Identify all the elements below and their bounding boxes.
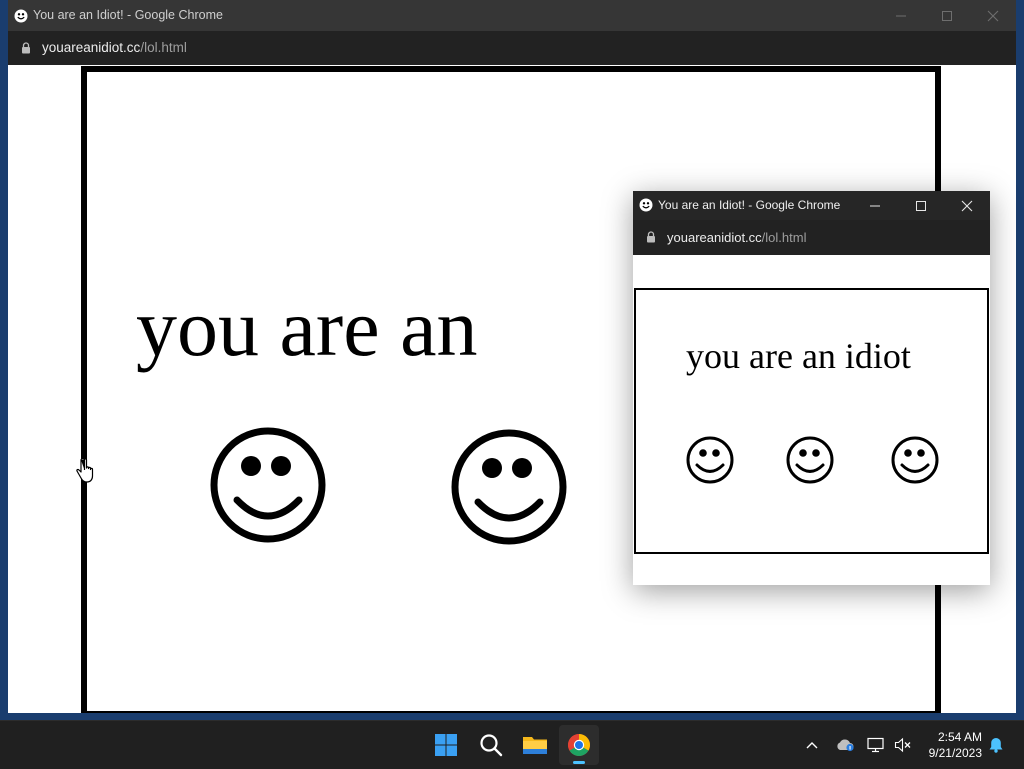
popup-url[interactable]: youareanidiot.cc/lol.html <box>667 220 806 255</box>
close-icon <box>987 10 999 21</box>
volume-tray-button[interactable] <box>892 721 914 769</box>
main-window-title: You are an Idiot! - Google Chrome <box>33 8 223 22</box>
active-app-indicator <box>573 761 585 764</box>
taskbar: 2:54 AM 9/21/2023 <box>0 720 1024 769</box>
search-button[interactable] <box>471 725 511 765</box>
start-button[interactable] <box>426 725 466 765</box>
popup-page-content: you are an idiot <box>633 255 990 585</box>
chrome-icon <box>568 734 590 756</box>
url-path: /lol.html <box>761 230 807 245</box>
close-icon <box>961 200 973 211</box>
smiley-face-icon <box>210 427 326 543</box>
close-button[interactable] <box>970 0 1016 31</box>
lock-icon <box>22 42 30 54</box>
lock-icon <box>647 231 655 243</box>
popup-page-heading: you are an idiot <box>686 336 911 376</box>
file-explorer-icon <box>523 737 547 754</box>
chrome-taskbar-button[interactable] <box>559 725 599 765</box>
popup-window-title: You are an Idiot! - Google Chrome <box>658 198 841 212</box>
hand-cursor-icon <box>76 458 94 483</box>
maximize-icon <box>942 10 952 21</box>
onedrive-icon <box>837 739 854 752</box>
popup-browser-window: You are an Idiot! - Google Chrome youare… <box>633 191 990 585</box>
smiley-favicon-icon <box>639 198 653 212</box>
smiley-face-icon <box>451 429 567 545</box>
clock-time: 2:54 AM <box>937 730 982 744</box>
popup-page-frame <box>634 288 989 554</box>
clock[interactable]: 2:54 AM 9/21/2023 <box>918 729 982 761</box>
notifications-button[interactable] <box>986 721 1006 769</box>
popup-minimize-button[interactable] <box>852 191 898 220</box>
minimize-icon <box>870 205 880 206</box>
minimize-icon <box>896 15 906 16</box>
notification-bell-icon <box>989 738 1003 753</box>
volume-muted-icon <box>894 737 911 753</box>
main-url[interactable]: youareanidiot.cc/lol.html <box>42 31 187 65</box>
smiley-face-icon <box>686 436 734 484</box>
url-path: /lol.html <box>140 40 187 55</box>
smiley-favicon-icon <box>14 9 28 23</box>
clock-date: 9/21/2023 <box>928 746 982 760</box>
chevron-up-icon <box>806 742 818 749</box>
popup-address-bar[interactable]: youareanidiot.cc/lol.html <box>633 220 990 255</box>
main-frame-bottom-border <box>81 711 941 713</box>
maximize-icon <box>916 200 926 211</box>
popup-maximize-button[interactable] <box>898 191 944 220</box>
start-icon <box>435 734 457 756</box>
maximize-button[interactable] <box>924 0 970 31</box>
main-address-bar[interactable]: youareanidiot.cc/lol.html <box>8 31 1016 65</box>
show-hidden-icons-button[interactable] <box>802 721 822 769</box>
popup-title-bar[interactable]: You are an Idiot! - Google Chrome <box>633 191 990 220</box>
url-host: youareanidiot.cc <box>667 230 762 245</box>
smiley-face-icon <box>786 436 834 484</box>
minimize-button[interactable] <box>878 0 924 31</box>
search-icon <box>480 734 503 757</box>
network-icon <box>867 737 884 753</box>
popup-close-button[interactable] <box>944 191 990 220</box>
url-host: youareanidiot.cc <box>42 40 141 55</box>
main-title-bar[interactable]: You are an Idiot! - Google Chrome <box>8 0 1016 31</box>
onedrive-tray-button[interactable] <box>834 721 856 769</box>
smiley-face-icon <box>891 436 939 484</box>
network-tray-button[interactable] <box>864 721 888 769</box>
file-explorer-button[interactable] <box>515 725 555 765</box>
main-page-heading: you are an <box>136 282 478 373</box>
